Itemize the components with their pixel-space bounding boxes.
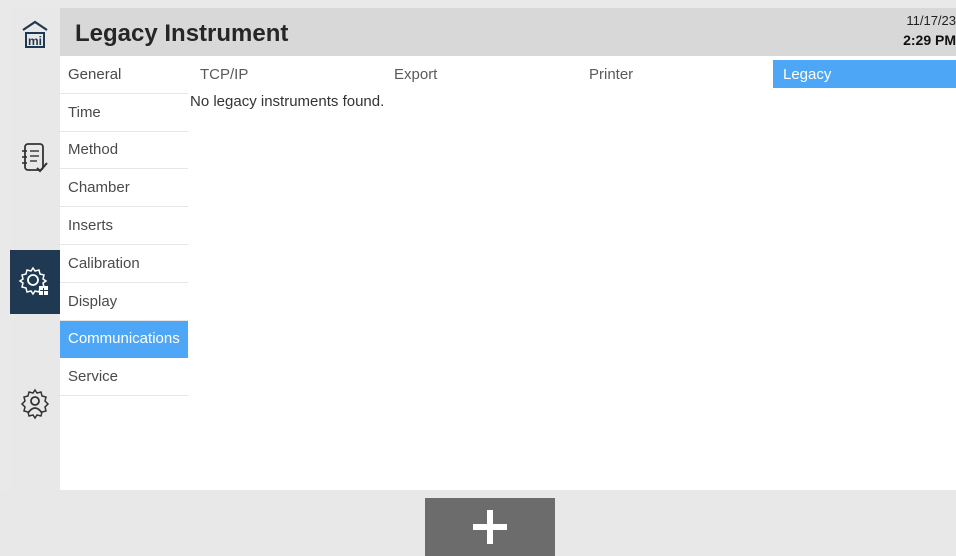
settings-category-list: General Time Method Chamber Inserts Cali… [60, 56, 188, 397]
add-instrument-button[interactable] [425, 498, 555, 556]
sidebar-item-calibration[interactable]: Calibration [60, 245, 188, 283]
sidebar-item-display[interactable]: Display [60, 283, 188, 321]
sidebar-item-communications[interactable]: Communications [60, 320, 188, 359]
plus-icon [473, 510, 507, 544]
header-bar: Legacy Instrument 11/17/23 2:29 PM [60, 8, 956, 56]
sidebar-item-inserts[interactable]: Inserts [60, 207, 188, 245]
method-checklist-icon [22, 143, 48, 173]
footer-bar [0, 490, 956, 556]
time-display: 2:29 PM [903, 32, 956, 48]
tab-printer[interactable]: Printer [579, 60, 762, 88]
tab-legacy[interactable]: Legacy [773, 60, 956, 88]
sidebar-item-method[interactable]: Method [60, 132, 188, 170]
sidebar-item-service[interactable]: Service [60, 358, 188, 397]
communications-tabs: TCP/IP Export Printer Legacy [190, 60, 956, 88]
sidebar-item-time[interactable]: Time [60, 94, 188, 132]
home-icon: mi [22, 20, 48, 48]
tab-export[interactable]: Export [384, 60, 567, 88]
method-button[interactable] [10, 134, 60, 184]
sidebar-item-chamber[interactable]: Chamber [60, 169, 188, 208]
left-nav-rail: mi [10, 8, 60, 490]
empty-state-message: No legacy instruments found. [190, 93, 385, 110]
system-settings-button[interactable] [10, 250, 60, 314]
date-display: 11/17/23 [906, 13, 956, 28]
svg-text:mi: mi [28, 34, 42, 48]
content-area: General Time Method Chamber Inserts Cali… [60, 56, 956, 490]
tab-tcp-ip[interactable]: TCP/IP [190, 60, 373, 88]
home-button[interactable]: mi [10, 10, 60, 60]
page-title: Legacy Instrument [75, 20, 289, 47]
user-settings-icon [20, 388, 50, 420]
system-settings-icon [18, 266, 48, 296]
sidebar-item-general[interactable]: General [60, 56, 188, 94]
user-settings-button[interactable] [10, 376, 60, 432]
